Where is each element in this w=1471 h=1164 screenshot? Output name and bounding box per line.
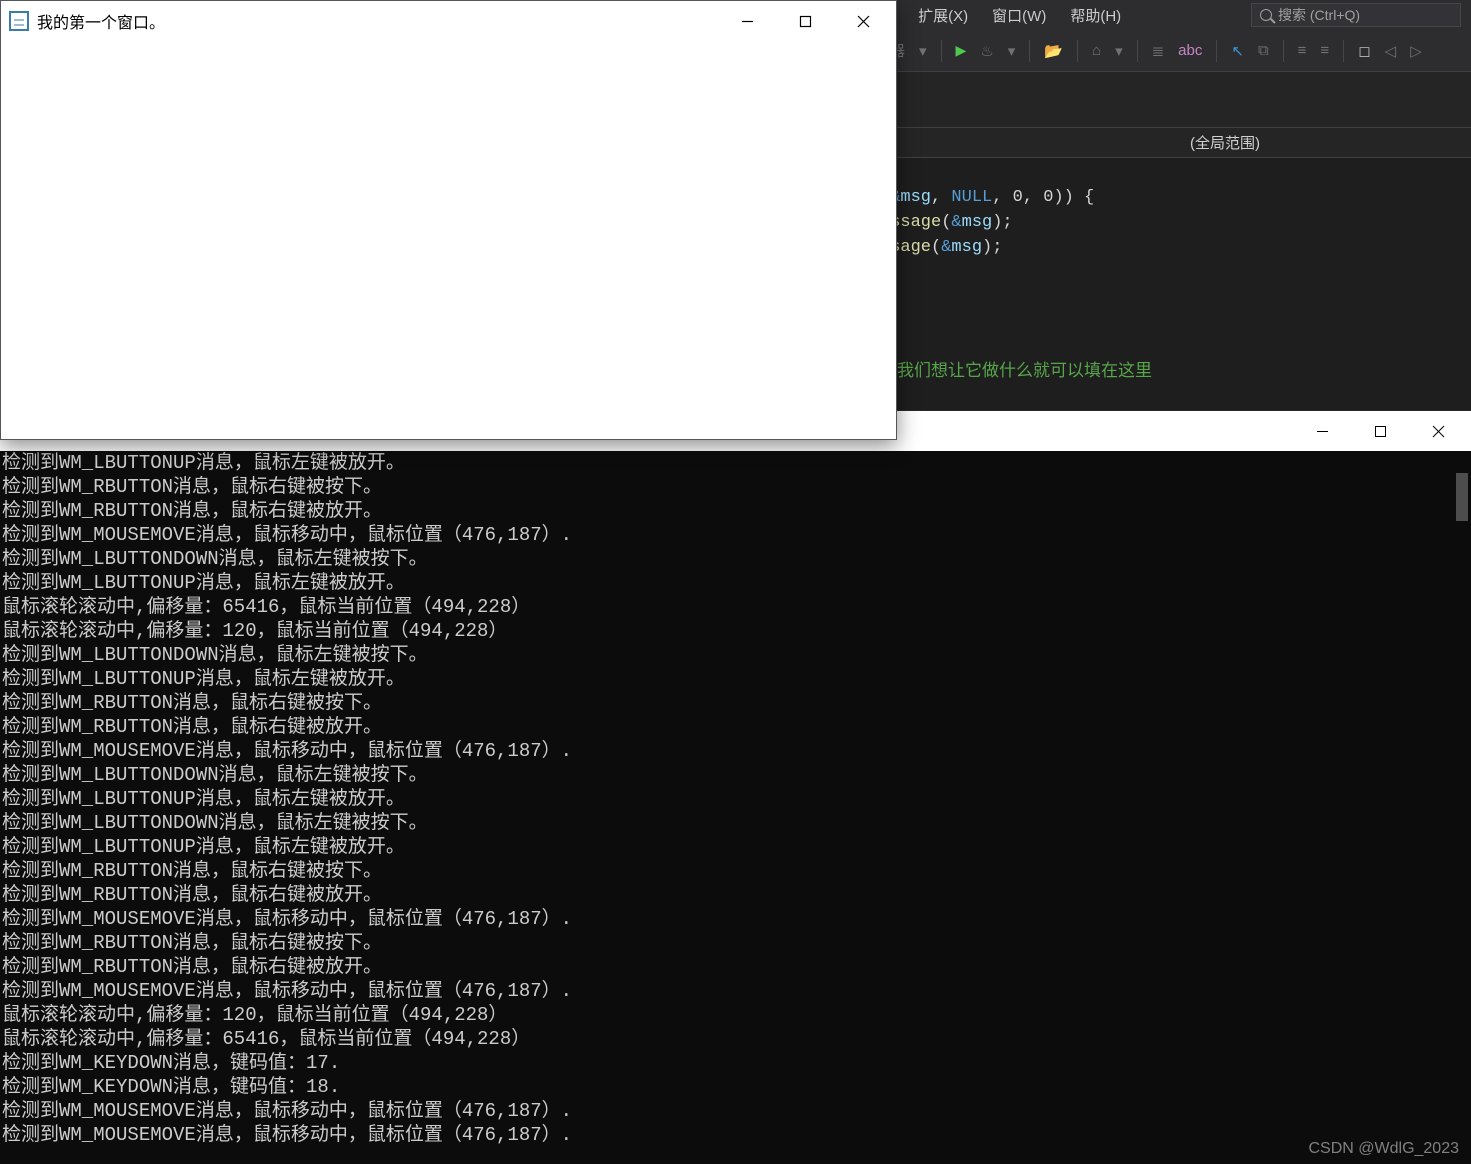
scope-label: (全局范围) — [1190, 132, 1260, 153]
app-icon — [9, 11, 29, 31]
console-window: 检测到WM_LBUTTONUP消息，鼠标左键被放开。 检测到WM_RBUTTON… — [0, 410, 1471, 1164]
app-titlebar[interactable]: 我的第一个窗口。 — [1, 1, 896, 41]
separator — [1343, 40, 1344, 62]
chevron-left-icon[interactable]: ◁ — [1385, 42, 1397, 60]
minimize-button[interactable] — [1293, 411, 1351, 451]
close-button[interactable] — [834, 1, 892, 41]
flame-icon[interactable]: ♨ — [980, 42, 993, 60]
play-icon[interactable]: ▶ — [956, 42, 967, 59]
search-placeholder: 搜索 (Ctrl+Q) — [1278, 5, 1360, 25]
code-line: ssage(&msg); — [880, 238, 1002, 257]
minimize-button[interactable] — [718, 1, 776, 41]
code-editor[interactable]: (&msg, NULL, 0, 0)) { essage(&msg); ssag… — [880, 158, 1471, 418]
app-title: 我的第一个窗口。 — [37, 9, 718, 33]
search-box[interactable]: 搜索 (Ctrl+Q) — [1251, 3, 1461, 27]
separator — [1029, 40, 1030, 62]
separator — [1137, 40, 1138, 62]
chevron-down-icon[interactable]: ▾ — [1115, 42, 1123, 60]
indent-left-icon[interactable]: ≡ — [1298, 42, 1307, 59]
close-button[interactable] — [1409, 411, 1467, 451]
separator — [1216, 40, 1217, 62]
format-icon[interactable]: ⧉ — [1258, 42, 1269, 59]
menu-item-extensions[interactable]: 扩展(X) — [918, 5, 968, 26]
code-comment: ，我们想让它做什么就可以填在这里 — [880, 363, 1152, 382]
maximize-button[interactable] — [1351, 411, 1409, 451]
bookmark-icon[interactable]: ◻ — [1358, 42, 1370, 60]
app-window: 我的第一个窗口。 — [0, 0, 897, 440]
search-icon — [1260, 9, 1272, 21]
console-output[interactable]: 检测到WM_LBUTTONUP消息，鼠标左键被放开。 检测到WM_RBUTTON… — [0, 451, 1471, 1164]
scrollbar[interactable] — [1453, 451, 1471, 1164]
scroll-thumb[interactable] — [1456, 473, 1468, 521]
list-icon[interactable]: ≣ — [1152, 42, 1165, 60]
maximize-button[interactable] — [776, 1, 834, 41]
code-line: essage(&msg); — [880, 213, 1013, 232]
chevron-right-icon[interactable]: ▷ — [1410, 42, 1422, 60]
abc-icon[interactable]: abc — [1178, 42, 1202, 59]
indent-right-icon[interactable]: ≡ — [1320, 42, 1329, 59]
home-icon[interactable]: ⌂ — [1092, 42, 1101, 59]
chevron-down-icon[interactable]: ▾ — [919, 42, 927, 60]
watermark: CSDN @WdlG_2023 — [1308, 1140, 1459, 1158]
folder-open-icon[interactable]: 📂 — [1044, 42, 1063, 60]
separator — [1283, 40, 1284, 62]
menu-item-window[interactable]: 窗口(W) — [992, 5, 1046, 26]
chevron-down-icon[interactable]: ▾ — [1008, 42, 1016, 60]
menu-item-help[interactable]: 帮助(H) — [1070, 5, 1121, 26]
cursor-icon[interactable]: ↖ — [1231, 42, 1244, 60]
separator — [1077, 40, 1078, 62]
separator — [941, 40, 942, 62]
code-line: (&msg, NULL, 0, 0)) { — [880, 188, 1094, 207]
